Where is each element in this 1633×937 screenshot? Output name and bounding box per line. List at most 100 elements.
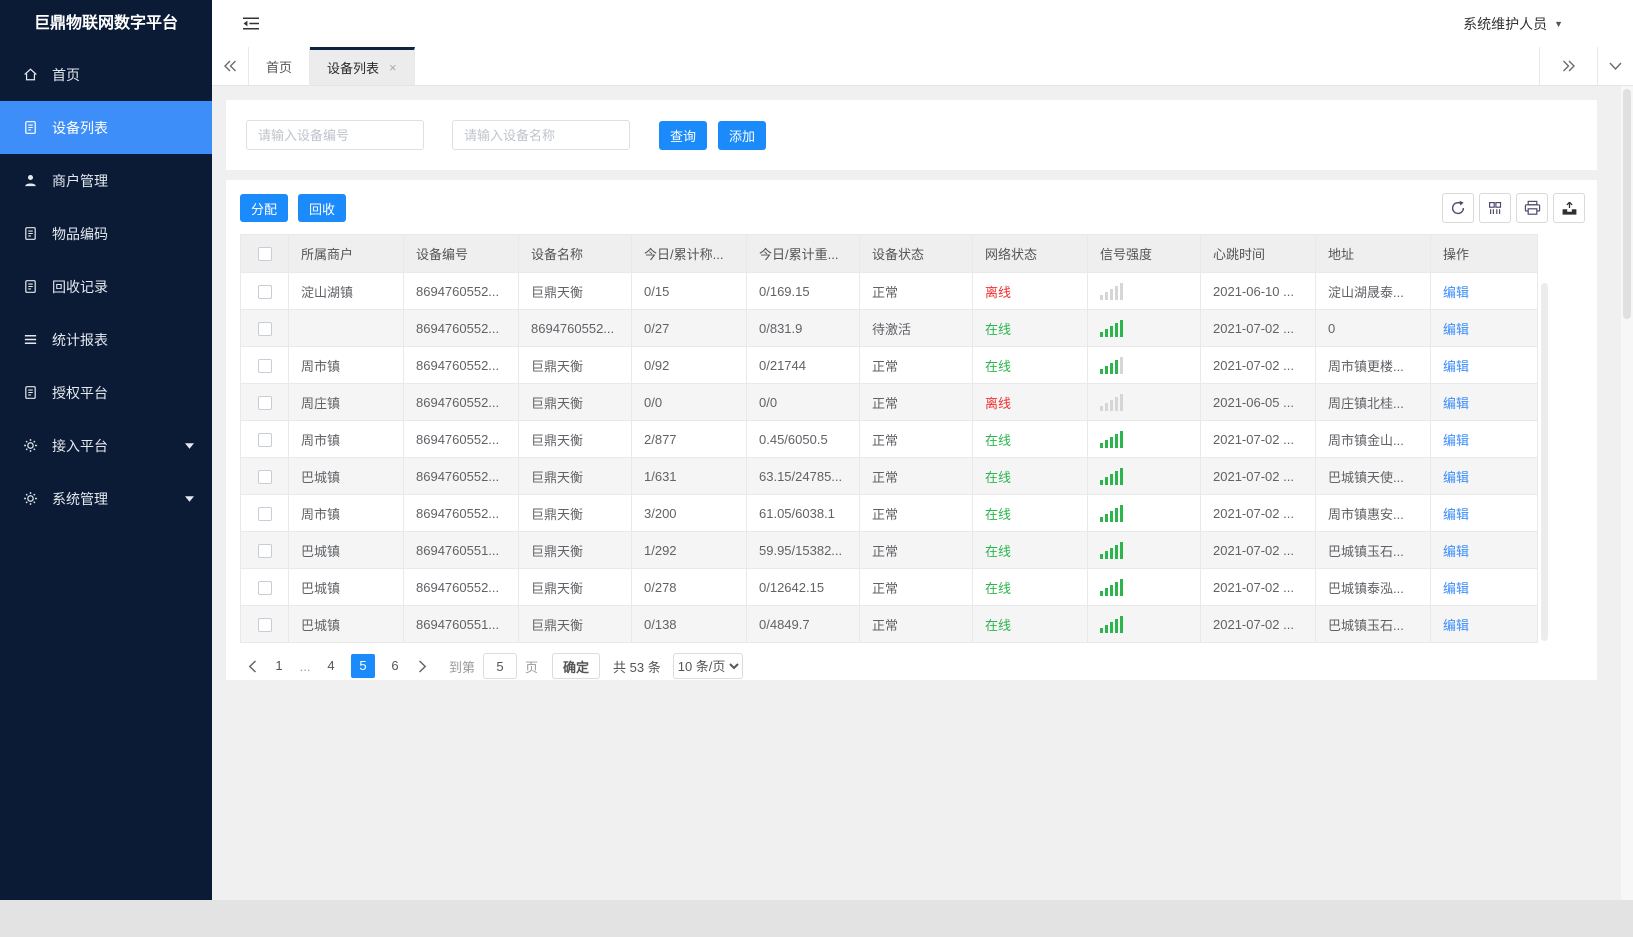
signal-strength-icon <box>1100 541 1188 559</box>
net-status-badge: 离线 <box>985 395 1012 411</box>
edit-link[interactable]: 编辑 <box>1443 285 1469 300</box>
row-select-cell <box>240 309 289 347</box>
sidebar-item-item-code[interactable]: 物品编码 <box>0 207 212 260</box>
cell-actions: 编辑 <box>1430 383 1538 421</box>
signal-bar <box>1120 541 1123 559</box>
page-number-4[interactable]: 4 <box>319 654 343 678</box>
goto-page-input[interactable] <box>483 653 518 679</box>
cell-heartbeat: 2021-07-02 ... <box>1200 420 1316 458</box>
main-content: 查询 添加 分配 回收 所属商户设备编号设备名称今日/累计称...今日/累计重.… <box>212 86 1633 900</box>
recycle-button[interactable]: 回收 <box>298 194 347 222</box>
sidebar-item-label: 统计报表 <box>52 331 108 348</box>
edit-link[interactable]: 编辑 <box>1443 433 1469 448</box>
sidebar-item-recycle-records[interactable]: 回收记录 <box>0 260 212 313</box>
table-row: 周庄镇 8694760552... 巨鼎天衡 0/0 0/0 正常 离线 2021-06-05… <box>240 383 1538 421</box>
page-horizontal-scrollbar[interactable] <box>0 900 1633 937</box>
user-menu[interactable]: 系统维护人员 ▼ <box>1463 0 1563 47</box>
add-button[interactable]: 添加 <box>718 120 767 150</box>
signal-bar <box>1120 615 1123 633</box>
select-all-checkbox[interactable] <box>257 247 272 262</box>
row-checkbox[interactable] <box>257 543 272 558</box>
prev-page-icon[interactable] <box>241 654 263 678</box>
row-checkbox[interactable] <box>257 617 272 632</box>
scrollbar-thumb[interactable] <box>1623 89 1631 319</box>
edit-link[interactable]: 编辑 <box>1443 581 1469 596</box>
sidebar-item-label: 首页 <box>52 66 80 83</box>
cell-signal <box>1087 494 1201 532</box>
signal-bar <box>1115 433 1118 448</box>
cell-today-weight: 0.45/6050.5 <box>746 420 860 458</box>
cell-address: 巴城镇玉石... <box>1315 531 1431 569</box>
signal-bar <box>1110 547 1113 559</box>
collapse-menu-icon[interactable] <box>242 16 260 31</box>
page-size-select[interactable]: 10 条/页 <box>672 653 743 679</box>
device-no-input[interactable] <box>246 120 424 150</box>
sidebar-item-merchant-mgmt[interactable]: 商户管理 <box>0 154 212 207</box>
edit-link[interactable]: 编辑 <box>1443 359 1469 374</box>
edit-link[interactable]: 编辑 <box>1443 507 1469 522</box>
page-number-5[interactable]: 5 <box>351 654 375 678</box>
printer-button[interactable] <box>1516 193 1548 223</box>
page-number-1[interactable]: 1 <box>267 654 291 678</box>
page-vertical-scrollbar[interactable] <box>1621 86 1633 900</box>
page-number-6[interactable]: 6 <box>383 654 407 678</box>
signal-bar <box>1110 399 1113 411</box>
sidebar-item-access-platform[interactable]: 接入平台 <box>0 419 212 472</box>
export-button[interactable] <box>1553 193 1585 223</box>
edit-link[interactable]: 编辑 <box>1443 470 1469 485</box>
cell-signal <box>1087 457 1201 495</box>
edit-link[interactable]: 编辑 <box>1443 322 1469 337</box>
cell-heartbeat: 2021-07-02 ... <box>1200 605 1316 643</box>
tabs-menu-icon[interactable] <box>1597 47 1633 85</box>
cell-today-weight: 0/831.9 <box>746 309 860 347</box>
refresh-button[interactable] <box>1442 193 1474 223</box>
column-settings-button[interactable] <box>1479 193 1511 223</box>
row-checkbox[interactable] <box>257 358 272 373</box>
row-checkbox[interactable] <box>257 284 272 299</box>
row-checkbox[interactable] <box>257 469 272 484</box>
cell-signal <box>1087 309 1201 347</box>
row-checkbox[interactable] <box>257 506 272 521</box>
sidebar-item-auth-platform[interactable]: 授权平台 <box>0 366 212 419</box>
row-checkbox[interactable] <box>257 432 272 447</box>
cell-net-status: 离线 <box>972 383 1088 421</box>
query-button[interactable]: 查询 <box>659 120 708 150</box>
tab-home[interactable]: 首页 <box>249 47 311 85</box>
edit-link[interactable]: 编辑 <box>1443 618 1469 633</box>
row-checkbox[interactable] <box>257 395 272 410</box>
signal-bar <box>1105 513 1108 522</box>
table-row: 巴城镇 8694760551... 巨鼎天衡 1/292 59.95/15382... 正… <box>240 531 1538 569</box>
tab-device-list[interactable]: 设备列表 × <box>310 47 415 85</box>
cell-today-count: 1/292 <box>631 531 747 569</box>
cell-heartbeat: 2021-07-02 ... <box>1200 346 1316 384</box>
cell-today-weight: 0/0 <box>746 383 860 421</box>
cell-device-name: 巨鼎天衡 <box>518 531 632 569</box>
sidebar-item-label: 商户管理 <box>52 172 108 189</box>
cell-today-count: 0/278 <box>631 568 747 606</box>
next-page-icon[interactable] <box>411 654 433 678</box>
tabs-scroll-left-icon[interactable] <box>212 47 249 85</box>
close-icon[interactable]: × <box>389 61 397 74</box>
device-name-input[interactable] <box>452 120 630 150</box>
signal-bar <box>1100 405 1103 411</box>
tabs: 首页 设备列表 × <box>249 47 415 85</box>
signal-bar <box>1110 621 1113 633</box>
sidebar-item-home[interactable]: 首页 <box>0 48 212 101</box>
confirm-page-button[interactable]: 确定 <box>552 653 601 679</box>
table-vertical-scrollbar[interactable] <box>1541 283 1548 641</box>
row-checkbox[interactable] <box>257 580 272 595</box>
row-checkbox[interactable] <box>257 321 272 336</box>
sidebar-item-stats-report[interactable]: 统计报表 <box>0 313 212 366</box>
row-select-cell <box>240 494 289 532</box>
sidebar-item-device-list[interactable]: 设备列表 <box>0 101 212 154</box>
sidebar-item-system-mgmt[interactable]: 系统管理 <box>0 472 212 525</box>
cell-merchant <box>288 309 404 347</box>
tabs-scroll-right-icon[interactable] <box>1539 47 1597 85</box>
signal-strength-icon <box>1100 282 1188 300</box>
edit-link[interactable]: 编辑 <box>1443 544 1469 559</box>
signal-bar <box>1120 356 1123 374</box>
assign-button[interactable]: 分配 <box>240 194 289 222</box>
edit-link[interactable]: 编辑 <box>1443 396 1469 411</box>
signal-strength-icon <box>1100 393 1188 411</box>
column-header: 操作 <box>1430 234 1538 273</box>
